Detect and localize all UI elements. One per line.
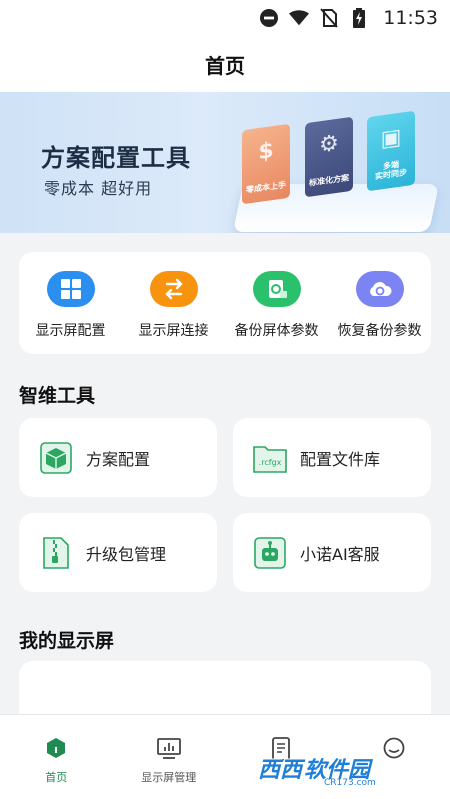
banner-card-cost: $ 零成本上手 (242, 123, 290, 205)
dollar-icon: $ (258, 137, 274, 166)
page-title: 首页 (205, 53, 245, 78)
gear-doc-icon: ⚙ (319, 130, 339, 159)
nav-home[interactable]: 首页 (0, 715, 113, 799)
tool-config-library[interactable]: .rcfgx 配置文件库 (233, 418, 431, 497)
title-bar: 首页 (0, 36, 450, 92)
wifi-icon (289, 8, 310, 28)
home-hexagon-icon (45, 737, 67, 763)
folder-rcfgx-icon: .rcfgx (253, 441, 287, 475)
nav-label: 显示屏管理 (141, 771, 197, 784)
profile-icon (383, 737, 405, 763)
robot-support-icon (253, 536, 287, 570)
backup-doc-icon (252, 271, 301, 307)
bottom-nav: 首页 显示屏管理 (0, 714, 450, 799)
quick-action-restore-backup[interactable]: 恢复备份参数 (328, 252, 431, 354)
tool-ai-support[interactable]: 小诺AI客服 (233, 513, 431, 592)
battery-charging-icon (349, 8, 369, 28)
tool-label: 方案配置 (86, 449, 151, 469)
banner-subtitle: 零成本 超好用 (44, 179, 153, 198)
nav-label: 首页 (45, 771, 68, 784)
tool-label: 升级包管理 (86, 544, 167, 564)
no-sim-icon (319, 8, 339, 28)
nav-screen-management[interactable]: 显示屏管理 (113, 715, 226, 799)
tool-upgrade-package[interactable]: 升级包管理 (19, 513, 217, 592)
status-time: 11:53 (383, 7, 438, 29)
do-not-disturb-icon (259, 8, 279, 28)
promo-banner[interactable]: 方案配置工具 零成本 超好用 $ 零成本上手 ⚙ 标准化方案 ▣ 多端 实时同步 (0, 92, 450, 233)
tool-label: 小诺AI客服 (300, 544, 380, 564)
quick-action-screen-connect[interactable]: 显示屏连接 (122, 252, 225, 354)
grid-settings-icon (46, 271, 95, 307)
tool-scheme-config[interactable]: 方案配置 (19, 418, 217, 497)
watermark-logo: 西西 软件园 CR173.com (258, 758, 376, 788)
status-bar: 11:53 (0, 0, 450, 36)
monitor-chart-icon: ▣ (380, 124, 402, 153)
quick-action-label: 显示屏配置 (35, 323, 106, 339)
banner-title: 方案配置工具 (41, 144, 191, 172)
quick-action-label: 显示屏连接 (138, 323, 209, 339)
banner-card-standard: ⚙ 标准化方案 (305, 116, 353, 198)
quick-action-screen-config[interactable]: 显示屏配置 (19, 252, 122, 354)
tool-label: 配置文件库 (300, 449, 381, 469)
quick-action-label: 恢复备份参数 (337, 323, 422, 339)
cloud-restore-icon (355, 271, 404, 307)
svg-text:.rcfgx: .rcfgx (259, 458, 282, 467)
banner-card-sync: ▣ 多端 实时同步 (367, 110, 415, 192)
monitor-icon (156, 737, 181, 763)
quick-actions-card: 显示屏配置 显示屏连接 备份屏体参数 恢复备份参数 (19, 252, 431, 354)
link-arrows-icon (149, 271, 198, 307)
quick-action-backup-params[interactable]: 备份屏体参数 (225, 252, 328, 354)
screens-section-title: 我的显示屏 (19, 630, 115, 652)
tools-section-title: 智维工具 (19, 385, 96, 407)
zip-package-icon (39, 536, 73, 570)
quick-action-label: 备份屏体参数 (234, 323, 319, 339)
cube-icon (39, 441, 73, 475)
